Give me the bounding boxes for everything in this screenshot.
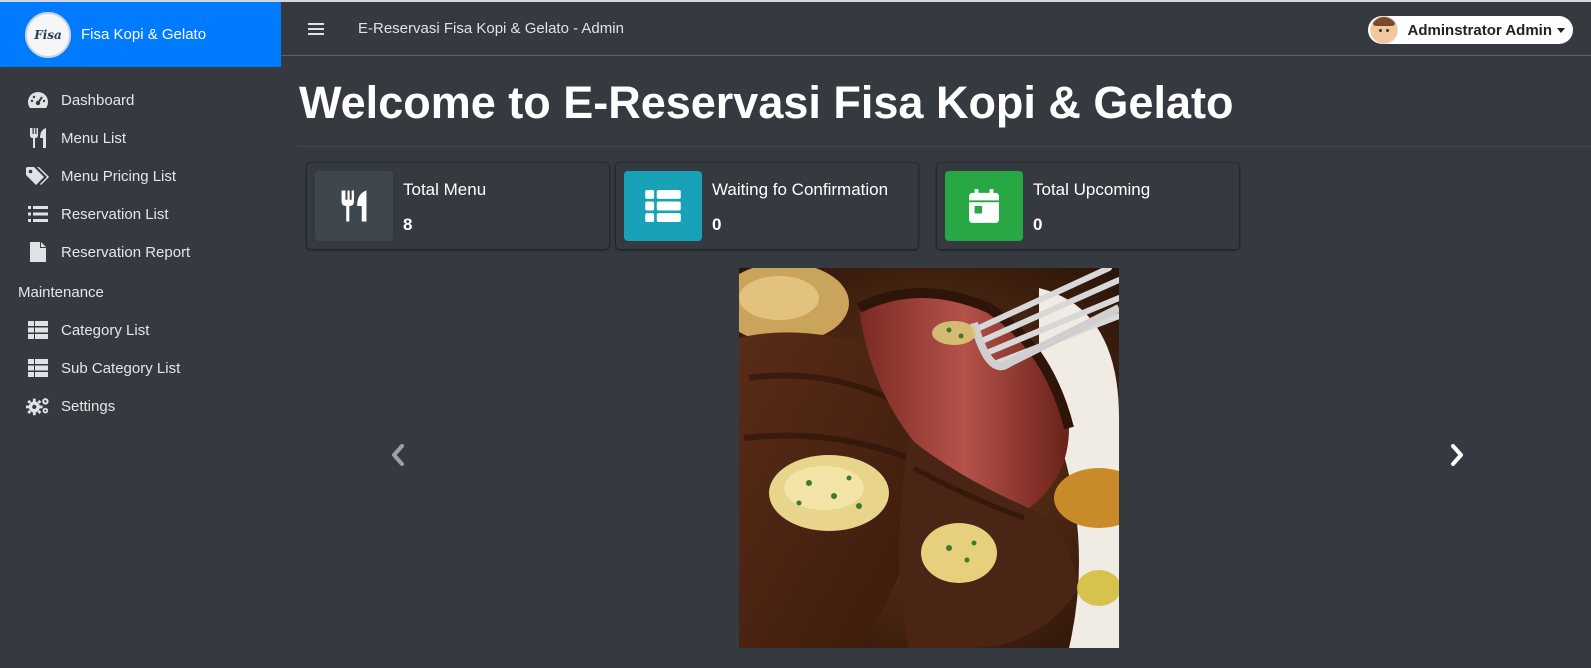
hamburger-menu-icon[interactable]: [308, 20, 324, 38]
info-icon-box: [945, 171, 1023, 241]
sidebar-item-menu-list[interactable]: Menu List: [0, 119, 281, 157]
info-box-value: 0: [712, 215, 722, 234]
info-box-label: Waiting fo Confirmation: [712, 180, 889, 199]
info-box-value: 0: [1033, 215, 1043, 234]
chevron-left-icon[interactable]: [383, 440, 413, 470]
sidebar-item-label: Settings: [61, 397, 116, 415]
file-icon: [26, 241, 50, 263]
nav-header-maintenance: Maintenance: [18, 283, 104, 301]
sidebar-item-label: Sub Category List: [61, 359, 181, 377]
info-icon-box: [624, 171, 702, 241]
carousel-image-steak: [739, 268, 1119, 648]
sidebar-item-reservation-list[interactable]: Reservation List: [0, 195, 281, 233]
sidebar-item-dashboard[interactable]: Dashboard: [0, 81, 281, 119]
info-box-label: Total Upcoming: [1033, 180, 1151, 199]
table-icon: [26, 319, 50, 341]
calendar-day-icon: [969, 189, 999, 223]
sidebar-item-sub-category-list[interactable]: Sub Category List: [0, 349, 281, 387]
utensils-icon: [341, 190, 367, 222]
sidebar-item-label: Reservation Report: [61, 243, 191, 261]
info-icon-box: [315, 171, 393, 241]
brand-name: Fisa Kopi & Gelato: [81, 26, 207, 43]
page-title: Welcome to E-Reservasi Fisa Kopi & Gelat…: [299, 77, 1234, 128]
user-name: Adminstrator Admin: [1407, 21, 1552, 39]
topbar: E-Reservasi Fisa Kopi & Gelato - Admin A…: [281, 0, 1591, 56]
main-content: Welcome to E-Reservasi Fisa Kopi & Gelat…: [281, 56, 1591, 668]
brand-logo-text: Fisa: [34, 27, 62, 42]
user-menu-dropdown[interactable]: Adminstrator Admin: [1367, 16, 1573, 44]
th-list-icon: [645, 190, 681, 222]
chevron-right-icon[interactable]: [1442, 440, 1472, 470]
sidebar-item-label: Category List: [61, 321, 150, 339]
image-carousel: [297, 268, 1591, 668]
sidebar-item-reservation-report[interactable]: Reservation Report: [0, 233, 281, 271]
sidebar-item-settings[interactable]: Settings: [0, 387, 281, 425]
sidebar-item-label: Menu Pricing List: [61, 167, 177, 185]
utensils-icon: [26, 127, 50, 149]
sidebar-item-category-list[interactable]: Category List: [0, 311, 281, 349]
sidebar-item-label: Reservation List: [61, 205, 169, 223]
title-divider: [297, 146, 1591, 147]
list-icon: [26, 203, 50, 225]
caret-down-icon: [1557, 27, 1565, 33]
dashboard-icon: [26, 89, 50, 111]
info-box-total-upcoming: Total Upcoming 0: [937, 163, 1239, 249]
info-box-total-menu: Total Menu 8: [307, 163, 609, 249]
info-box-label: Total Menu: [403, 180, 487, 199]
table-icon: [26, 357, 50, 379]
info-box-value: 8: [403, 215, 413, 234]
brand-link[interactable]: Fisa Fisa Kopi & Gelato: [0, 0, 281, 67]
sidebar: Fisa Fisa Kopi & Gelato Dashboard Menu L…: [0, 0, 281, 668]
brand-logo: Fisa: [25, 11, 71, 58]
sidebar-item-menu-pricing-list[interactable]: Menu Pricing List: [0, 157, 281, 195]
avatar: [1369, 16, 1398, 44]
cogs-icon: [26, 395, 50, 417]
tags-icon: [26, 165, 50, 187]
sidebar-item-label: Menu List: [61, 129, 127, 147]
sidebar-nav: Dashboard Menu List Menu Pricing List Re…: [0, 67, 281, 425]
info-box-waiting-confirmation: Waiting fo Confirmation 0: [616, 163, 918, 249]
sidebar-item-label: Dashboard: [61, 91, 135, 109]
topbar-title: E-Reservasi Fisa Kopi & Gelato - Admin: [358, 20, 624, 37]
